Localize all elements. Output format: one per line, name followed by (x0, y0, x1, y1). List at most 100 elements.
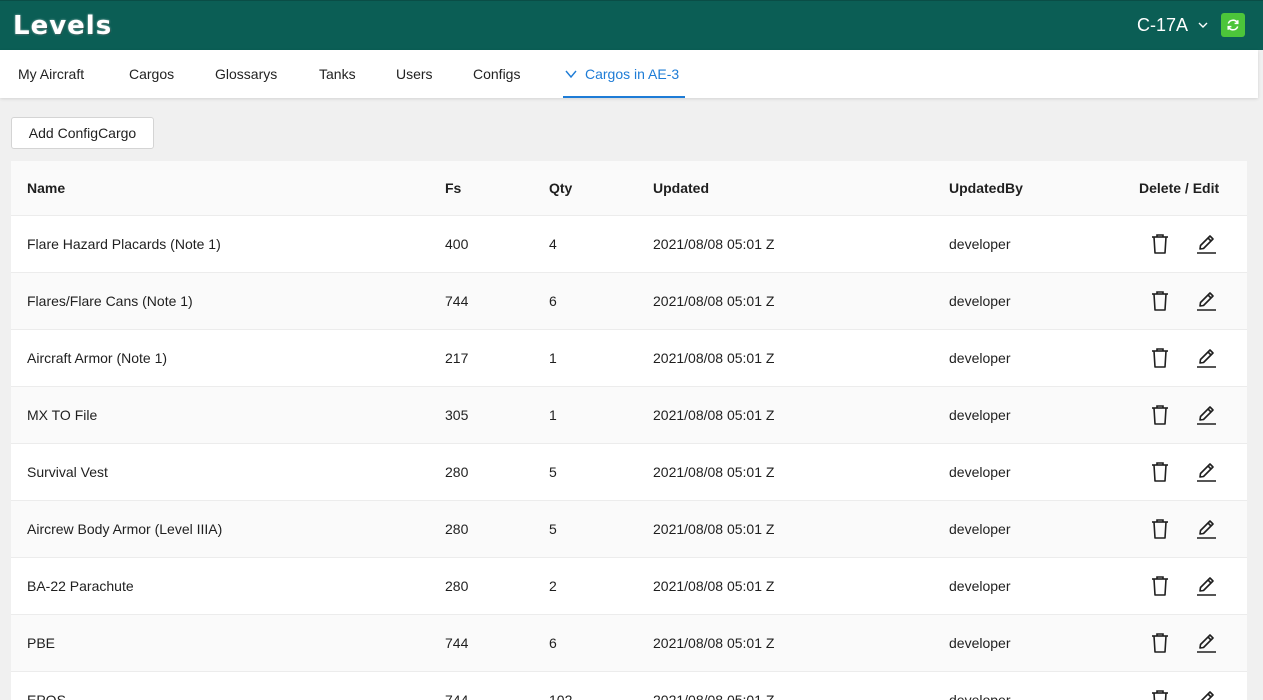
pencil-icon[interactable] (1195, 574, 1217, 598)
table-header: Name Fs Qty Updated UpdatedBy Delete / E… (11, 161, 1247, 216)
tab-my-aircraft[interactable]: My Aircraft (18, 50, 84, 98)
pencil-icon[interactable] (1195, 232, 1217, 256)
trash-icon[interactable] (1149, 460, 1171, 484)
column-header-updated-by[interactable]: UpdatedBy (949, 161, 1023, 215)
cell-fs: 400 (445, 236, 469, 252)
trash-icon[interactable] (1149, 517, 1171, 541)
cell-updated-by: developer (949, 635, 1011, 651)
pencil-icon[interactable] (1195, 403, 1217, 427)
pencil-icon[interactable] (1195, 346, 1217, 370)
tab-cargos-in-config[interactable]: Cargos in AE-3 (563, 50, 685, 98)
cell-fs: 744 (445, 692, 469, 700)
cell-qty: 102 (549, 692, 573, 700)
trash-icon[interactable] (1149, 574, 1171, 598)
app-header: Levels C-17A (0, 0, 1263, 50)
table-row: BA-22 Parachute 280 2 2021/08/08 05:01 Z dev… (11, 558, 1247, 615)
cell-fs: 305 (445, 407, 469, 423)
cell-updated: 2021/08/08 05:01 Z (653, 578, 775, 594)
row-actions (1149, 330, 1217, 386)
column-header-fs[interactable]: Fs (445, 161, 461, 215)
cell-updated: 2021/08/08 05:01 Z (653, 635, 775, 651)
cell-updated: 2021/08/08 05:01 Z (653, 692, 775, 700)
pencil-icon[interactable] (1195, 517, 1217, 541)
cell-fs: 217 (445, 350, 469, 366)
cell-updated-by: developer (949, 464, 1011, 480)
cell-name: Flare Hazard Placards (Note 1) (27, 236, 221, 252)
row-actions (1149, 558, 1217, 614)
chevron-down-icon (1198, 22, 1208, 28)
tab-cargos-in-config-label: Cargos in AE-3 (585, 66, 680, 82)
aircraft-selector-label: C-17A (1137, 14, 1189, 35)
cell-updated-by: developer (949, 236, 1011, 252)
cell-updated: 2021/08/08 05:01 Z (653, 407, 775, 423)
add-config-cargo-button[interactable]: Add ConfigCargo (11, 117, 154, 149)
row-actions (1149, 387, 1217, 443)
table-row: PBE 744 6 2021/08/08 05:01 Z developer (11, 615, 1247, 672)
cell-qty: 1 (549, 407, 557, 423)
table-row: Flare Hazard Placards (Note 1) 400 4 2021/0… (11, 216, 1247, 273)
table-row: Aircraft Armor (Note 1) 217 1 2021/08/08 05… (11, 330, 1247, 387)
cell-name: Aircrew Body Armor (Level IIIA) (27, 521, 223, 537)
cell-qty: 6 (549, 635, 557, 651)
tab-cargos[interactable]: Cargos (129, 50, 174, 98)
refresh-icon (1227, 19, 1239, 31)
tab-users[interactable]: Users (396, 50, 433, 98)
trash-icon[interactable] (1149, 346, 1171, 370)
table-row: MX TO File 305 1 2021/08/08 05:01 Z develope… (11, 387, 1247, 444)
table-row: EPOS 744 102 2021/08/08 05:01 Z developer (11, 672, 1247, 700)
trash-icon[interactable] (1149, 631, 1171, 655)
cell-updated-by: developer (949, 578, 1011, 594)
trash-icon[interactable] (1149, 289, 1171, 313)
row-actions (1149, 672, 1217, 700)
pencil-icon[interactable] (1195, 688, 1217, 700)
cell-qty: 6 (549, 293, 557, 309)
main-nav: My Aircraft Cargos Glossarys Tanks Users… (0, 50, 1258, 98)
cell-updated: 2021/08/08 05:01 Z (653, 464, 775, 480)
tab-configs[interactable]: Configs (473, 50, 520, 98)
table-row: Survival Vest 280 5 2021/08/08 05:01 Z devel… (11, 444, 1247, 501)
cell-qty: 5 (549, 521, 557, 537)
column-header-updated[interactable]: Updated (653, 161, 709, 215)
row-actions (1149, 501, 1217, 557)
tab-tanks[interactable]: Tanks (319, 50, 356, 98)
tab-glossarys[interactable]: Glossarys (215, 50, 277, 98)
cell-updated: 2021/08/08 05:01 Z (653, 521, 775, 537)
cell-name: EPOS (27, 692, 66, 700)
table-row: Flares/Flare Cans (Note 1) 744 6 2021/08/08… (11, 273, 1247, 330)
cell-fs: 280 (445, 464, 469, 480)
pencil-icon[interactable] (1195, 289, 1217, 313)
trash-icon[interactable] (1149, 232, 1171, 256)
cell-name: PBE (27, 635, 56, 651)
pencil-icon[interactable] (1195, 460, 1217, 484)
cell-qty: 4 (549, 236, 557, 252)
cell-updated-by: developer (949, 521, 1011, 537)
cell-fs: 744 (445, 293, 469, 309)
table-row: Aircrew Body Armor (Level IIIA) 280 5 2021/… (11, 501, 1247, 558)
column-header-qty[interactable]: Qty (549, 161, 572, 215)
column-header-name[interactable]: Name (27, 161, 65, 215)
cell-name: BA-22 Parachute (27, 578, 134, 594)
table-body: Flare Hazard Placards (Note 1) 400 4 2021/0… (11, 216, 1247, 700)
row-actions (1149, 216, 1217, 272)
column-header-actions: Delete / Edit (1139, 180, 1220, 196)
cell-name: Flares/Flare Cans (Note 1) (27, 293, 193, 309)
cell-qty: 5 (549, 464, 557, 480)
refresh-button[interactable] (1221, 13, 1245, 37)
row-actions (1149, 615, 1217, 671)
cell-fs: 280 (445, 521, 469, 537)
cargo-table: Name Fs Qty Updated UpdatedBy Delete / E… (11, 161, 1247, 700)
aircraft-selector[interactable]: C-17A (1137, 12, 1209, 38)
app-root: Levels C-17A My Aircraft Cargos Glossary… (0, 0, 1263, 700)
pencil-icon[interactable] (1195, 631, 1217, 655)
cell-updated: 2021/08/08 05:01 Z (653, 350, 775, 366)
cell-name: MX TO File (27, 407, 98, 423)
row-actions (1149, 444, 1217, 500)
app-logo[interactable]: Levels (13, 7, 112, 45)
cell-updated: 2021/08/08 05:01 Z (653, 293, 775, 309)
cell-name: Survival Vest (27, 464, 108, 480)
cell-updated-by: developer (949, 350, 1011, 366)
cell-updated-by: developer (949, 293, 1011, 309)
trash-icon[interactable] (1149, 688, 1171, 700)
row-actions (1149, 273, 1217, 329)
trash-icon[interactable] (1149, 403, 1171, 427)
